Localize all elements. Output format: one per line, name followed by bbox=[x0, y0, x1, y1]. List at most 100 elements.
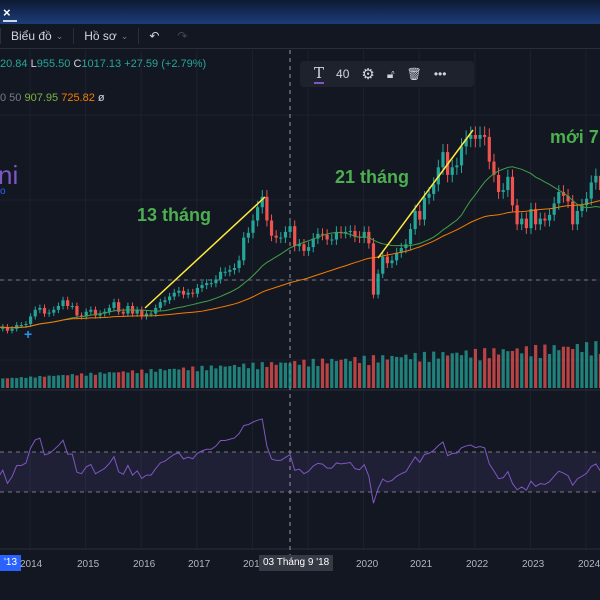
volume-bar bbox=[552, 345, 556, 388]
candle-body bbox=[293, 226, 297, 247]
volume-bar bbox=[566, 346, 570, 388]
volume-bar bbox=[390, 355, 394, 388]
time-axis-label: 201 bbox=[243, 559, 260, 570]
candle-body bbox=[524, 218, 528, 229]
candle-body bbox=[441, 152, 445, 168]
volume-bar bbox=[283, 362, 288, 388]
candle-body bbox=[269, 220, 274, 236]
volume-bar bbox=[232, 364, 237, 388]
volume-bar bbox=[307, 366, 311, 388]
volume-bar bbox=[547, 354, 552, 388]
volume-bar bbox=[98, 372, 102, 388]
candle-body bbox=[594, 175, 598, 183]
candle-body bbox=[38, 307, 42, 310]
more-icon[interactable]: ••• bbox=[434, 67, 447, 81]
candle-body bbox=[237, 260, 241, 268]
annotation-13-months[interactable]: 13 tháng bbox=[137, 205, 211, 226]
volume-bar bbox=[135, 373, 139, 388]
volume-bar bbox=[385, 359, 389, 388]
candle-body bbox=[214, 279, 218, 284]
drawing-toolbar: T 40 ⚙ 🔓︎ 🗑︎ ••• bbox=[300, 61, 474, 87]
candle-body bbox=[10, 328, 14, 331]
volume-bar bbox=[61, 374, 65, 388]
volume-bar bbox=[459, 355, 464, 388]
hide-icon[interactable]: ø bbox=[98, 92, 105, 104]
settings-icon[interactable]: ⚙ bbox=[361, 65, 374, 83]
volume-bar bbox=[427, 361, 431, 388]
candle-body bbox=[302, 244, 306, 251]
volume-bar bbox=[418, 361, 422, 388]
volume-bar bbox=[589, 355, 593, 388]
volume-bar bbox=[228, 366, 232, 388]
volume-bar bbox=[107, 372, 111, 388]
marker-icon: + bbox=[24, 326, 32, 342]
time-axis-label: 2016 bbox=[133, 559, 156, 570]
volume-bar bbox=[524, 346, 528, 388]
candle-body bbox=[228, 269, 232, 272]
volume-bar bbox=[140, 369, 144, 388]
volume-bar bbox=[274, 364, 278, 388]
volume-bar bbox=[214, 368, 218, 388]
volume-bar bbox=[348, 361, 352, 388]
change-value: +27.59 (+2.79%) bbox=[124, 58, 207, 70]
volume-bar bbox=[246, 368, 250, 388]
volume-bar bbox=[529, 356, 533, 388]
candle-body bbox=[385, 256, 389, 264]
candle-body bbox=[487, 136, 491, 162]
candle-body bbox=[177, 290, 181, 293]
volume-bar bbox=[492, 348, 496, 388]
text-icon[interactable]: T bbox=[314, 64, 325, 84]
volume-bar bbox=[24, 377, 28, 388]
watermark-sub: o bbox=[0, 186, 6, 197]
time-axis-label: 2022 bbox=[466, 559, 489, 570]
volume-bar bbox=[408, 359, 413, 388]
close-value: 1017.13 bbox=[81, 58, 122, 70]
volume-bar bbox=[510, 350, 515, 388]
volume-bar bbox=[367, 365, 371, 388]
volume-bar bbox=[339, 359, 343, 388]
volume-bar bbox=[177, 369, 181, 388]
volume-bar bbox=[302, 359, 306, 388]
volume-bar bbox=[52, 375, 56, 388]
annotation-21-months[interactable]: 21 tháng bbox=[335, 167, 409, 188]
candle-body bbox=[279, 237, 283, 239]
candle-body bbox=[42, 307, 47, 314]
volume-bar bbox=[506, 351, 510, 388]
volume-bar bbox=[441, 352, 445, 388]
volume-bar bbox=[543, 344, 547, 388]
volume-bar bbox=[311, 358, 315, 388]
annotation-new[interactable]: mới 7 bbox=[550, 127, 599, 148]
volume-bar bbox=[432, 351, 436, 388]
price-chart[interactable]: + bbox=[0, 0, 600, 600]
trash-icon[interactable]: 🗑︎ bbox=[407, 67, 422, 81]
volume-bar bbox=[316, 365, 320, 388]
candle-body bbox=[418, 211, 422, 220]
volume-bar bbox=[538, 358, 542, 388]
volume-bar bbox=[413, 352, 417, 388]
font-size-button[interactable]: 40 bbox=[336, 67, 349, 81]
rsi-band bbox=[0, 452, 600, 492]
volume-bar bbox=[293, 361, 297, 388]
volume-bar bbox=[237, 366, 241, 388]
time-axis-label: 2014 bbox=[20, 559, 43, 570]
ma-long-line bbox=[0, 200, 600, 329]
time-axis-label: 2023 bbox=[522, 559, 545, 570]
candle-body bbox=[181, 290, 186, 295]
volume-bar bbox=[575, 344, 579, 388]
candle-body bbox=[19, 325, 23, 326]
volume-bar bbox=[103, 373, 107, 388]
volume-bar bbox=[534, 344, 538, 388]
ma-short-line bbox=[0, 166, 600, 329]
volume-bar bbox=[376, 362, 380, 388]
volume-bar bbox=[126, 372, 130, 388]
volume-bar bbox=[422, 351, 427, 388]
volume-bar bbox=[585, 342, 589, 388]
volume-bar bbox=[357, 362, 362, 388]
candle-body bbox=[589, 182, 593, 199]
candle-body bbox=[75, 306, 79, 316]
volume-bar bbox=[455, 352, 459, 388]
candle-body bbox=[172, 292, 176, 297]
volume-bar bbox=[70, 374, 74, 388]
time-axis-label: 2017 bbox=[188, 559, 211, 570]
unlock-icon[interactable]: 🔓︎ bbox=[387, 67, 395, 82]
